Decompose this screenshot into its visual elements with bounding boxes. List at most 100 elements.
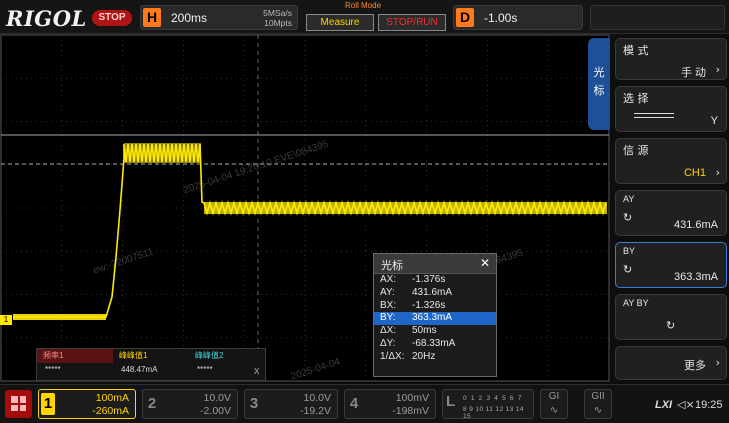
chevron-right-icon: › — [715, 166, 720, 179]
rigol-logo: RIGOL — [6, 6, 87, 31]
menu-label: 模 式 — [623, 44, 649, 57]
speaker-muted-icon[interactable]: ◁× — [677, 398, 695, 411]
rotary-knob-icon: ↻ — [666, 319, 676, 332]
cursor-label: 1/ΔX: — [380, 350, 405, 362]
stop-run-button[interactable]: STOP/RUN — [378, 14, 446, 31]
cursor-value: -68.33mA — [412, 337, 456, 349]
clock: 19:25 — [695, 399, 723, 411]
logic-analyzer-settings[interactable]: L 0 1 2 3 4 5 6 7 8 9 10 11 12 13 14 15 — [442, 389, 534, 420]
channel-number: 3 — [249, 395, 259, 412]
cursor-dialog-title: 光标 — [381, 259, 403, 272]
channel-scale: 100mV — [395, 392, 429, 404]
menu-label: BY — [623, 246, 636, 256]
roll-mode-label: Roll Mode — [345, 1, 382, 10]
home-grid-icon[interactable] — [5, 390, 32, 418]
channel-offset: -2.00V — [200, 405, 231, 417]
horizontal-key-icon: H — [143, 8, 161, 27]
waveform-grid — [0, 34, 610, 382]
cursor-value: 431.6mA — [412, 286, 453, 298]
channel-offset: -198mV — [392, 405, 429, 417]
channel-offset: -260mA — [92, 405, 129, 417]
measure-header: 峰峰值2 — [195, 351, 224, 360]
run-status-badge[interactable]: STOP — [92, 10, 132, 26]
chevron-right-icon: › — [715, 63, 720, 76]
close-icon[interactable]: ✕ — [480, 256, 490, 270]
cursor-value: -1.326s — [412, 299, 446, 311]
cursor-label: ΔY: — [380, 337, 396, 349]
cursor-row-ax: AX: -1.376s — [374, 274, 496, 287]
horizontal-cursor-icon — [634, 113, 674, 118]
cursor-readout-dialog[interactable]: 光标 ✕ AX: -1.376s AY: 431.6mA BX: -1.326s BY… — [373, 253, 497, 377]
menu-value: 更多 — [684, 360, 706, 372]
waveform-area[interactable]: 2025-04-04 19:26:10 EVE\084395 ew:-22007… — [0, 34, 610, 383]
cursor-row-bx: BX: -1.326s — [374, 300, 496, 313]
lxi-icon: LXI — [655, 399, 673, 411]
measure-vpp1: 峰峰值1 448.47mA — [113, 349, 189, 380]
channel-number: 4 — [349, 395, 359, 412]
measure-button[interactable]: Measure — [306, 14, 374, 31]
timebase-value: 200ms — [171, 11, 208, 25]
menu-source[interactable]: 信 源 CH1 › — [615, 138, 727, 184]
channel-scale: 10.0V — [303, 392, 331, 404]
rotary-knob-icon: ↻ — [623, 211, 633, 224]
cursor-value: 363.3mA — [412, 312, 453, 324]
menu-ay[interactable]: AY ↻ 431.6mA — [615, 190, 727, 236]
menu-by[interactable]: BY ↻ 363.3mA — [615, 242, 727, 288]
ch1-waveform-high-band — [124, 143, 201, 163]
channel-4-settings[interactable]: 4 100mV -198mV — [344, 389, 436, 419]
cursor-dialog-header[interactable]: 光标 ✕ — [374, 254, 496, 274]
chevron-right-icon: › — [715, 356, 720, 369]
ch1-waveform-mid-band — [204, 202, 607, 214]
trigger-info-panel[interactable] — [590, 5, 725, 30]
cursor-row-inv-dx: 1/ΔX: 20Hz — [374, 351, 496, 364]
generator-2-label: GII — [591, 391, 605, 402]
horizontal-settings[interactable]: H 200ms 5MSa/s 10Mpts — [140, 5, 298, 30]
menu-label: 选 择 — [623, 92, 649, 105]
cursor-row-ay: AY: 431.6mA — [374, 287, 496, 300]
sample-info: 5MSa/s 10Mpts — [263, 8, 292, 28]
softkey-menu: 模 式 手 动 › 选 择 Y 信 源 CH1 › AY ↻ 431.6mA B… — [611, 34, 729, 384]
menu-more[interactable]: 更多 › — [615, 346, 727, 380]
side-tab-char: 标 — [593, 84, 605, 97]
menu-label: AY BY — [623, 298, 649, 308]
generator-1-button[interactable]: GI ∿ — [540, 389, 568, 419]
cursor-row-by: BY: 363.3mA — [374, 312, 496, 326]
cursor-value: 20Hz — [412, 350, 436, 362]
ch1-waveform-base-band — [13, 314, 106, 320]
measure-header: 频率1 — [37, 349, 113, 363]
measure-freq1: 频率1 ***** — [37, 349, 113, 380]
menu-value: 手 动 — [680, 67, 706, 79]
rotary-knob-icon: ↻ — [623, 263, 633, 276]
ch1-ground-marker[interactable]: 1 — [0, 315, 12, 325]
cursor-row-dy: ΔY: -68.33mA — [374, 338, 496, 351]
measure-value: 448.47mA — [121, 365, 158, 374]
sine-wave-icon: ∿ — [549, 405, 559, 416]
menu-ay-by[interactable]: AY BY ↻ — [615, 294, 727, 340]
generator-1-label: GI — [548, 391, 560, 402]
cursor-row-dx: ΔX: 50ms — [374, 325, 496, 338]
channel-3-settings[interactable]: 3 10.0V -19.2V — [244, 389, 338, 419]
measurement-results[interactable]: 频率1 ***** 峰峰值1 448.47mA 峰峰值2 ***** — [36, 348, 266, 381]
menu-value: 363.3mA — [673, 271, 718, 283]
delay-settings[interactable]: D -1.00s — [453, 5, 583, 30]
channel-number: 2 — [147, 395, 157, 412]
cursor-label: ΔX: — [380, 325, 397, 337]
measure-close-label[interactable]: X — [254, 367, 259, 376]
channel-2-settings[interactable]: 2 10.0V -2.00V — [142, 389, 238, 419]
menu-value: Y — [710, 115, 718, 127]
menu-select[interactable]: 选 择 Y — [615, 86, 727, 132]
cursor-label: AY: — [380, 286, 395, 298]
channel-1-settings[interactable]: 1 100mA -260mA — [38, 389, 136, 419]
generator-2-button[interactable]: GII ∿ — [584, 389, 612, 419]
sample-rate: 5MSa/s — [263, 8, 292, 18]
menu-mode[interactable]: 模 式 手 动 › — [615, 38, 727, 80]
cursor-menu-tab[interactable]: 光 标 — [588, 38, 610, 130]
cursor-label: BX: — [380, 299, 397, 311]
channel-offset: -19.2V — [300, 405, 331, 417]
menu-value: 431.6mA — [673, 219, 718, 231]
side-tab-char: 光 — [593, 66, 605, 79]
cursor-label: BY: — [380, 312, 396, 324]
top-bar: RIGOL STOP H 200ms 5MSa/s 10Mpts Roll Mo… — [0, 0, 729, 34]
channel-scale: 10.0V — [203, 392, 231, 404]
cursor-label: AX: — [380, 274, 397, 285]
